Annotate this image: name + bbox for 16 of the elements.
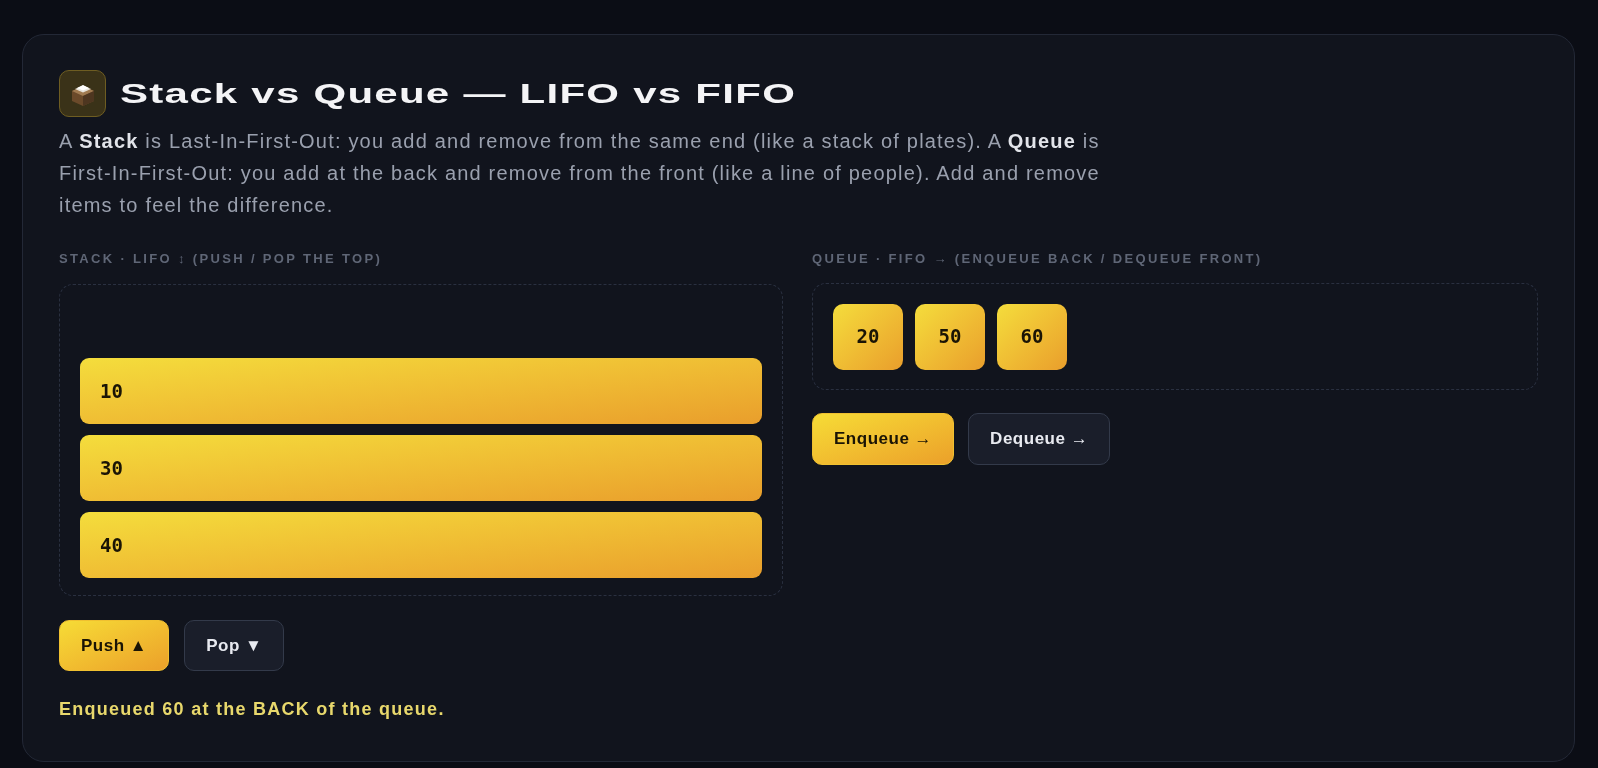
description-text: A Stack is Last-In-First-Out: you add and remove from the same end (like a stack of plates). A Queue is First-In-First-Out: you add at the back and remove from the front (like a line of people). Add and remove items to feel the difference.	[59, 129, 1101, 218]
stack-item: 30	[80, 435, 762, 501]
status-message: Enqueued 60 at the BACK of the queue.	[59, 698, 446, 721]
section-label: STACK · LIFO ↕ (PUSH / POP THE TOP)	[59, 252, 384, 266]
queue-item: 60	[997, 303, 1067, 370]
stack-item: 40	[80, 512, 762, 578]
page-title: Stack vs Queue — LIFO vs FIFO	[120, 79, 797, 108]
secondary-button[interactable]: Pop ▼	[184, 620, 285, 671]
box-icon	[59, 70, 106, 117]
section-label: QUEUE · FIFO → (ENQUEUE BACK / DEQUEUE FRONT)	[812, 252, 1264, 266]
primary-button[interactable]: Push ▲	[59, 620, 170, 671]
primary-button[interactable]: Enqueue →	[812, 413, 955, 465]
secondary-button[interactable]: Dequeue →	[968, 413, 1111, 465]
queue-item: 20	[833, 303, 903, 370]
queue-item: 50	[915, 303, 985, 370]
stack-item: 10	[80, 358, 762, 424]
